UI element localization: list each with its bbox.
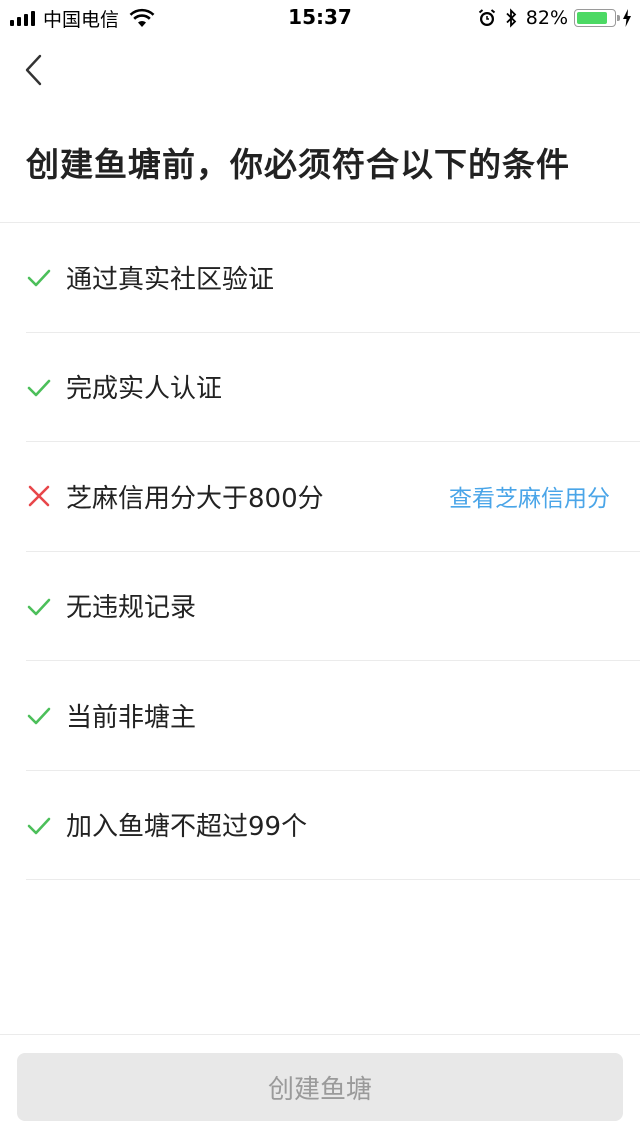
check-icon [27,598,51,616]
condition-label: 完成实人认证 [66,374,223,405]
bluetooth-icon [506,8,517,28]
condition-label: 当前非塘主 [66,702,197,733]
condition-item: 通过真实社区验证 [26,223,640,333]
footer-divider [0,1034,640,1035]
condition-label: 加入鱼塘不超过99个 [66,812,308,843]
check-icon [27,707,51,725]
battery-cap [617,15,620,21]
battery-icon [574,9,620,27]
battery-fill [577,12,607,24]
status-bar: 中国电信 15:37 82% [0,0,640,36]
check-icon [27,817,51,835]
condition-list: 通过真实社区验证 完成实人认证 芝麻信用分大于800分 查看芝麻信用分 无违规记… [26,223,640,880]
view-sesame-credit-link[interactable]: 查看芝麻信用分 [449,479,610,513]
chevron-left-icon[interactable] [20,50,50,90]
condition-label: 通过真实社区验证 [66,264,275,295]
page-title: 创建鱼塘前，你必须符合以下的条件 [26,145,570,184]
battery-percent: 82% [525,7,568,29]
check-icon [27,379,51,397]
condition-item: 加入鱼塘不超过99个 [26,771,640,880]
create-pond-button[interactable]: 创建鱼塘 [17,1053,623,1121]
condition-item: 芝麻信用分大于800分 查看芝麻信用分 [26,442,640,552]
condition-item: 当前非塘主 [26,661,640,771]
condition-label: 无违规记录 [66,593,197,624]
page: 中国电信 15:37 82% 创建鱼塘前，你必须符合以下的条件 通过真实社区验证… [0,0,640,1138]
cross-icon [28,485,50,507]
condition-item: 完成实人认证 [26,333,640,442]
charging-icon [623,9,631,27]
alarm-icon [478,9,495,26]
check-icon [27,269,51,287]
status-right: 82% [478,5,632,31]
condition-item: 无违规记录 [26,552,640,661]
condition-label: 芝麻信用分大于800分 [66,483,324,514]
